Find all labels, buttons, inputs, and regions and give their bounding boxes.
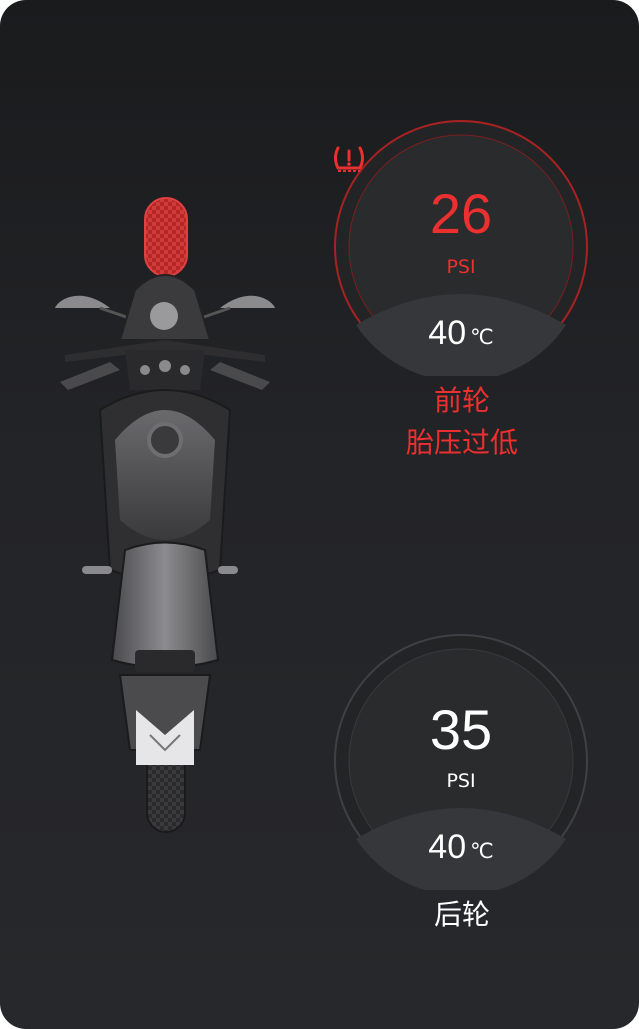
front-tire-gauge: 26 PSI 40 ℃ (332, 118, 590, 376)
rear-temp-unit: ℃ (470, 839, 494, 863)
front-temperature: 40 ℃ (332, 314, 590, 353)
front-pressure-value: 26 (429, 182, 493, 245)
front-warning-text: 胎压过低 (405, 426, 518, 459)
rear-tire-label: 后轮 (433, 898, 490, 931)
rear-pressure-unit: PSI (446, 770, 476, 792)
front-tire (144, 197, 188, 277)
front-tire-label: 前轮 胎压过低 (333, 380, 591, 464)
rear-temperature: 40 ℃ (332, 828, 590, 867)
motorcycle-top-view (40, 190, 290, 840)
rear-pressure-value: 35 (429, 698, 493, 761)
front-temp-unit: ℃ (470, 325, 494, 349)
front-pressure-unit: PSI (446, 256, 476, 278)
front-label-line1: 前轮 (433, 384, 490, 417)
front-temp-value: 40 (428, 314, 467, 352)
rear-tire-gauge: 35 PSI 40 ℃ (332, 632, 590, 890)
rear-temp-value: 40 (428, 828, 467, 866)
tire-pressure-card: 26 PSI 40 ℃ 前轮 胎压过低 35 PSI 40 ℃ 后轮 (0, 0, 639, 1029)
